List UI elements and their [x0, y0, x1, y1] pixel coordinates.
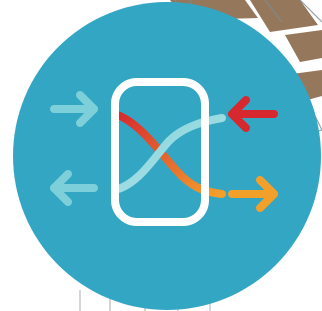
- data-exchange-app-icon[interactable]: [12, 2, 322, 310]
